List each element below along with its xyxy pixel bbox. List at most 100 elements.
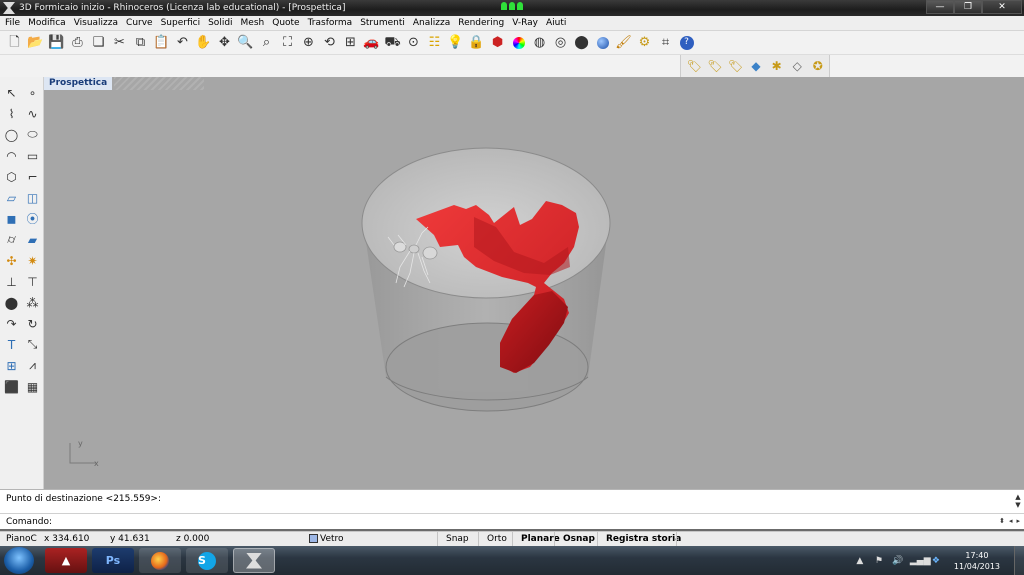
object-properties-icon[interactable]: ⬢ — [488, 33, 507, 52]
vray-options-tag-icon[interactable]: 🏷 — [706, 57, 725, 76]
zoom-window-icon[interactable]: ⌕ — [257, 33, 276, 52]
taskbar-skype-icon[interactable]: S — [186, 548, 228, 573]
dimension-icon[interactable]: ⤡ — [23, 335, 42, 354]
vray-help-icon[interactable]: ✪ — [808, 57, 827, 76]
menu-visualizza[interactable]: Visualizza — [74, 18, 118, 28]
show-desktop-button[interactable] — [1014, 546, 1024, 575]
taskbar-rhino-icon[interactable] — [233, 548, 275, 573]
spin-updown-icon[interactable]: ⬍ — [999, 517, 1005, 525]
menu-quote[interactable]: Quote — [272, 18, 299, 28]
tray-flag-icon[interactable]: ⚑ — [872, 556, 886, 566]
perspective-viewport[interactable]: Prospettica x y — [44, 77, 1024, 489]
vray-material-tag-icon[interactable]: 🏷 — [726, 57, 745, 76]
mesh-icon[interactable]: ▰ — [23, 230, 42, 249]
pan-hand-icon[interactable]: ✋ — [194, 33, 213, 52]
rhino-app-icon[interactable] — [3, 2, 15, 14]
layer-manager-icon[interactable]: ☷ — [425, 33, 444, 52]
more-tools-icon[interactable]: ▦ — [23, 377, 42, 396]
command-input[interactable] — [56, 516, 957, 527]
trim-icon[interactable]: ⊤ — [23, 272, 42, 291]
transform-icon[interactable]: ✣ — [2, 251, 21, 270]
render-box-icon[interactable]: ⬛ — [2, 377, 21, 396]
lock-icon[interactable]: 🔒 — [467, 33, 486, 52]
page-layout-icon[interactable]: ❏ — [89, 33, 108, 52]
split-icon[interactable]: ⊥ — [2, 272, 21, 291]
scroll-right-icon[interactable]: ▸ — [1016, 517, 1020, 525]
explode-icon[interactable]: ✷ — [23, 251, 42, 270]
sweep-icon[interactable]: ↷ — [2, 314, 21, 333]
start-orb-icon[interactable] — [4, 547, 34, 574]
fillet-curve-icon[interactable]: ⌐ — [23, 167, 42, 186]
paste-icon[interactable]: 📋 — [152, 33, 171, 52]
menu-superfici[interactable]: Superfici — [161, 18, 201, 28]
tray-network-icon[interactable]: ▂▄▆ — [910, 556, 931, 566]
point-icon[interactable]: ∘ — [23, 83, 42, 102]
select-arrow-icon[interactable]: ↖ — [2, 83, 21, 102]
analyze-icon[interactable]: ⩘ — [23, 356, 42, 375]
curve-icon[interactable]: ∿ — [23, 104, 42, 123]
render-sphere-icon[interactable]: ◍ — [530, 33, 549, 52]
array-icon[interactable]: ⊞ — [2, 356, 21, 375]
tray-volume-icon[interactable]: 🔊 — [891, 556, 905, 566]
menu-mesh[interactable]: Mesh — [241, 18, 265, 28]
tray-show-hidden-icon[interactable]: ▲ — [853, 556, 867, 566]
rectangle-icon[interactable]: ▭ — [23, 146, 42, 165]
tray-dropbox-icon[interactable]: ❖ — [929, 556, 943, 566]
snap-toggle[interactable]: Snap — [437, 532, 477, 547]
menu-modifica[interactable]: Modifica — [28, 18, 66, 28]
zoom-selected-icon[interactable]: ⊕ — [299, 33, 318, 52]
vray-tag-outline-icon[interactable]: ◇ — [788, 57, 807, 76]
orto-toggle[interactable]: Orto — [478, 532, 515, 547]
vray-lamp-icon[interactable]: ✱ — [767, 57, 786, 76]
arc-icon[interactable]: ◠ — [2, 146, 21, 165]
surface-icon[interactable]: ▱ — [2, 188, 21, 207]
move-arrows-icon[interactable]: ✥ — [215, 33, 234, 52]
rotate-view-icon[interactable]: ⟲ — [320, 33, 339, 52]
menu-curve[interactable]: Curve — [126, 18, 153, 28]
four-viewports-icon[interactable]: ⊞ — [341, 33, 360, 52]
menu-trasforma[interactable]: Trasforma — [308, 18, 353, 28]
blue-sphere-icon[interactable] — [593, 33, 612, 52]
car-render-icon[interactable]: 🚗 — [362, 33, 381, 52]
menu-aiuti[interactable]: Aiuti — [546, 18, 566, 28]
options-gear-icon[interactable]: ⚙ — [635, 33, 654, 52]
snap-grid-icon[interactable]: ⌗ — [656, 33, 675, 52]
zoom-icon[interactable]: 🔍 — [236, 33, 255, 52]
taskbar-firefox-icon[interactable] — [139, 548, 181, 573]
points-on-icon[interactable]: ⁂ — [23, 293, 42, 312]
current-layer[interactable]: Vetro — [309, 532, 344, 547]
light-bulb-icon[interactable]: 💡 — [446, 33, 465, 52]
cut-icon[interactable]: ✂ — [110, 33, 129, 52]
minimize-button[interactable]: — — [926, 0, 954, 14]
help-icon[interactable]: ? — [677, 33, 696, 52]
text-object-icon[interactable]: T — [2, 335, 21, 354]
new-file-icon[interactable]: 🗋 — [5, 33, 24, 52]
taskbar-clock[interactable]: 17:40 11/04/2013 — [954, 550, 1000, 572]
box-solid-icon[interactable]: ◼ — [2, 209, 21, 228]
material-sphere-icon[interactable]: ⬤ — [572, 33, 591, 52]
undo-icon[interactable]: ↶ — [173, 33, 192, 52]
boolean-icon[interactable]: ⦿ — [23, 209, 42, 228]
group-icon[interactable]: ⬤ — [2, 293, 21, 312]
environment-icon[interactable]: ◎ — [551, 33, 570, 52]
polyline-icon[interactable]: ⌇ — [2, 104, 21, 123]
menu-file[interactable]: File — [5, 18, 20, 28]
taskbar-autocad-icon[interactable]: ▲ — [45, 548, 87, 573]
menu-vray[interactable]: V-Ray — [512, 18, 538, 28]
paint-brush-icon[interactable]: 🖌 — [614, 33, 633, 52]
taskbar-photoshop-icon[interactable]: Ps — [92, 548, 134, 573]
menu-strumenti[interactable]: Strumenti — [360, 18, 405, 28]
menu-analizza[interactable]: Analizza — [413, 18, 450, 28]
polygon-icon[interactable]: ⬡ — [2, 167, 21, 186]
shade-car-icon[interactable]: ⛟ — [383, 33, 402, 52]
vray-sphere-icon[interactable]: ◆ — [747, 57, 766, 76]
open-folder-icon[interactable]: 📂 — [26, 33, 45, 52]
ellipse-icon[interactable]: ⬭ — [23, 125, 42, 144]
copy-icon[interactable]: ⧉ — [131, 33, 150, 52]
close-button[interactable]: ✕ — [982, 0, 1022, 14]
zoom-extents-icon[interactable]: ⛶ — [278, 33, 297, 52]
maximize-button[interactable]: ❐ — [954, 0, 982, 14]
osnap-toggle[interactable]: Osnap — [554, 532, 603, 547]
menu-rendering[interactable]: Rendering — [458, 18, 504, 28]
vray-render-tag-icon[interactable]: 🏷 — [685, 57, 704, 76]
